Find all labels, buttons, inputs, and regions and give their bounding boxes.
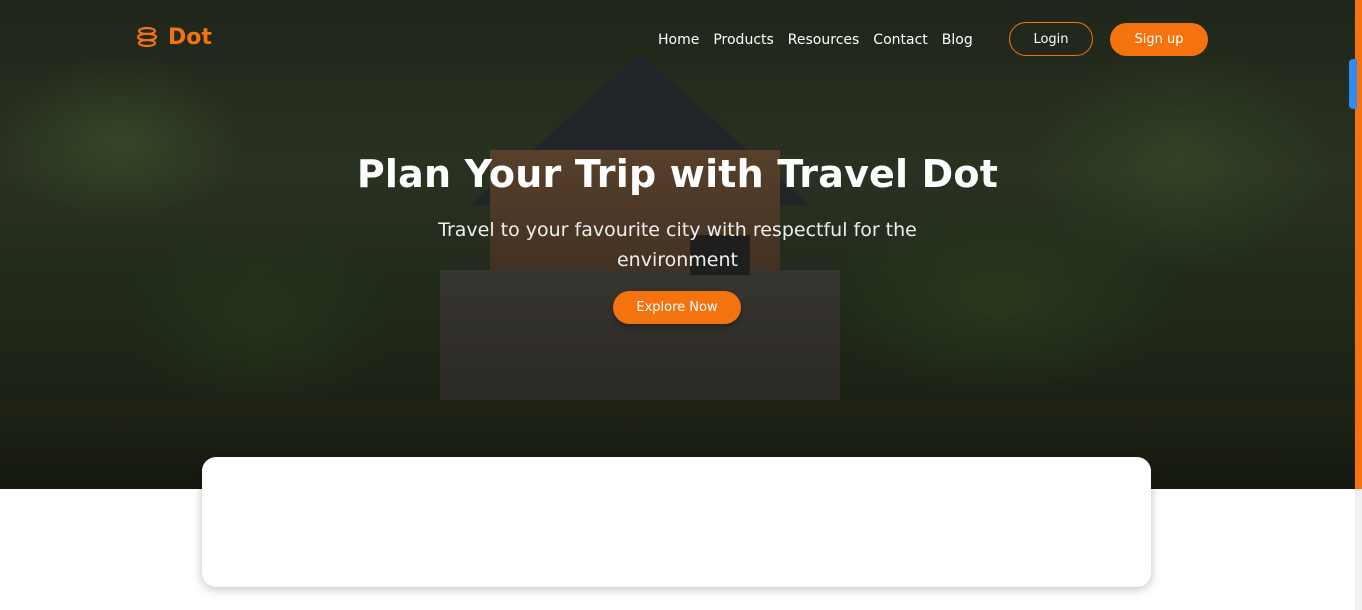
signup-button[interactable]: Sign up <box>1110 23 1208 56</box>
scroll-indicator-tab[interactable] <box>1349 59 1357 109</box>
nav-item-home[interactable]: Home <box>658 30 699 50</box>
nav-item-products[interactable]: Products <box>713 30 773 50</box>
nav-item-contact[interactable]: Contact <box>873 30 927 50</box>
explore-now-button[interactable]: Explore Now <box>613 291 741 324</box>
login-button[interactable]: Login <box>1009 22 1093 56</box>
nav-item-resources[interactable]: Resources <box>788 30 860 50</box>
hero-section: Dot Home Products Resources Contact Blog… <box>0 0 1355 489</box>
hero-title: Plan Your Trip with Travel Dot <box>356 152 999 196</box>
brand-name: Dot <box>168 24 212 50</box>
brand-logo[interactable]: Dot <box>134 24 212 50</box>
search-card <box>202 457 1151 587</box>
page: Dot Home Products Resources Contact Blog… <box>0 0 1362 610</box>
main-nav: Home Products Resources Contact Blog <box>658 30 973 50</box>
nav-item-blog[interactable]: Blog <box>942 30 973 50</box>
hero-subtitle: Travel to your favourite city with respe… <box>438 219 917 271</box>
stacked-disc-logo-icon <box>136 26 158 48</box>
